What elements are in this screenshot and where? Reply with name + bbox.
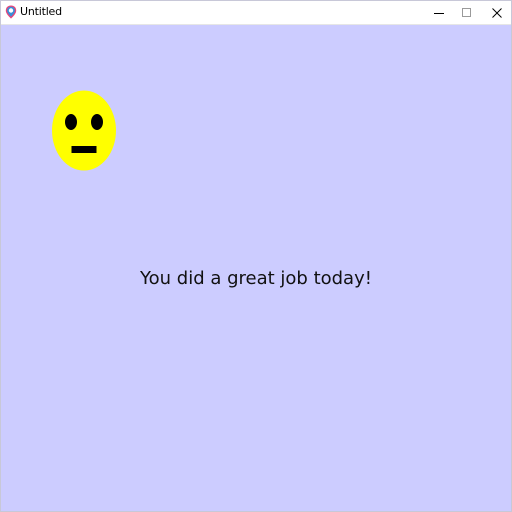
close-icon (492, 7, 502, 18)
window-title: Untitled (20, 5, 62, 18)
app-icon (5, 5, 17, 19)
encouragement-message: You did a great job today! (140, 268, 372, 289)
maximize-button[interactable] (452, 0, 482, 25)
right-eye (91, 114, 103, 130)
minimize-icon (434, 12, 444, 14)
app-window: Untitled You did a great job today! (0, 0, 512, 512)
neutral-face-icon (52, 90, 116, 171)
close-button[interactable] (482, 0, 512, 25)
mouth (71, 146, 97, 153)
maximize-icon (462, 7, 471, 17)
left-eye (65, 114, 77, 130)
title-bar[interactable]: Untitled (0, 0, 512, 25)
face-head (52, 90, 116, 171)
drawing-canvas: You did a great job today! (1, 25, 511, 511)
minimize-button[interactable] (424, 0, 454, 25)
